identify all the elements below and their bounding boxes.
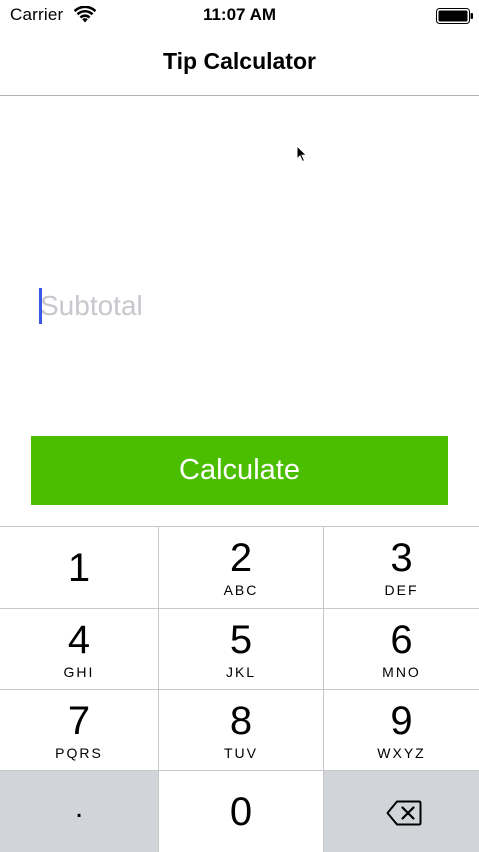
backspace-icon [386,800,422,826]
key-digit: 6 [390,618,413,662]
key-letters: TUV [224,745,258,761]
key-digit: 2 [229,536,253,580]
subtotal-input[interactable] [40,287,440,325]
text-caret [39,288,42,324]
keypad-divider [158,527,159,852]
keypad-divider [323,527,324,852]
key-letters: MNO [382,664,421,680]
key-letters: GHI [63,664,95,680]
key-letters: WXYZ [377,745,426,761]
key-digit: 9 [390,699,413,743]
key-8[interactable]: 8 TUV [159,690,323,770]
key-decimal[interactable]: . [0,771,158,852]
key-digit: 7 [67,699,91,743]
calculate-button[interactable]: Calculate [31,436,448,505]
key-letters: ABC [223,582,259,598]
numeric-keypad: 1 2 ABC 3 DEF 4 GHI 5 JKL 6 MNO 7 PQRS 8… [0,526,479,852]
key-2[interactable]: 2 ABC [159,527,323,608]
status-time: 11:07 AM [202,5,277,24]
navigation-bar: Tip Calculator [0,30,479,96]
key-0[interactable]: 0 [159,771,323,852]
key-4[interactable]: 4 GHI [0,609,158,689]
key-3[interactable]: 3 DEF [324,527,479,608]
key-9[interactable]: 9 WXYZ [324,690,479,770]
key-letters: JKL [225,664,257,680]
keypad-divider [0,770,479,771]
page-title: Tip Calculator [163,48,316,74]
key-digit: 4 [67,618,91,662]
key-7[interactable]: 7 PQRS [0,690,158,770]
key-1[interactable]: 1 [0,527,158,608]
key-letters: PQRS [55,745,103,761]
mouse-pointer-icon [296,145,308,163]
status-bar: Carrier 11:07 AM [0,0,479,30]
battery-icon [436,8,473,24]
key-5[interactable]: 5 JKL [159,609,323,689]
key-digit: 5 [229,618,253,662]
backspace-key[interactable] [324,771,479,852]
key-digit: 1 [67,546,91,590]
keypad-divider [0,608,479,609]
key-digit: 3 [390,536,413,580]
keypad-divider [0,689,479,690]
key-6[interactable]: 6 MNO [324,609,479,689]
key-letters: DEF [384,582,419,598]
key-digit: 8 [229,699,253,743]
decimal-label: . [74,791,84,824]
key-digit: 0 [229,790,253,834]
